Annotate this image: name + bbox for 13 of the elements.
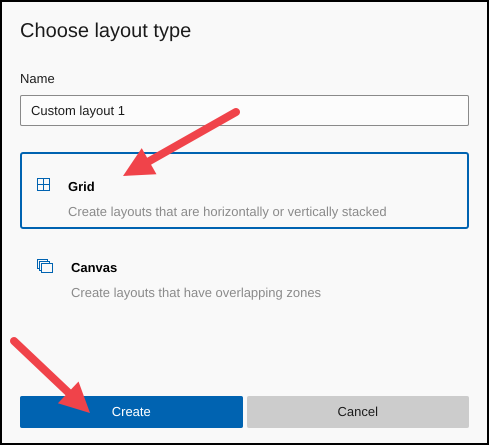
option-description: Create layouts that are horizontally or vertically stacked xyxy=(68,203,387,221)
grid-icon xyxy=(37,178,50,190)
field-label: Name xyxy=(20,70,56,88)
option-title: Grid xyxy=(68,178,96,196)
create-button[interactable]: Create xyxy=(20,396,242,428)
name-field[interactable]: Custom layout 1 xyxy=(20,94,469,126)
option-title: Canvas xyxy=(71,258,118,276)
cancel-button[interactable]: Cancel xyxy=(246,396,469,428)
dialog-title: Choose layout type xyxy=(20,19,192,44)
stacked-windows-icon xyxy=(37,258,53,272)
option-description: Create layouts that have overlapping zones xyxy=(71,284,322,302)
layout-option[interactable]: Canvas Create layouts that have overlapping zones xyxy=(20,232,469,310)
layout-option[interactable]: Grid Create layouts that are horizontally or vertically stacked xyxy=(20,152,469,228)
